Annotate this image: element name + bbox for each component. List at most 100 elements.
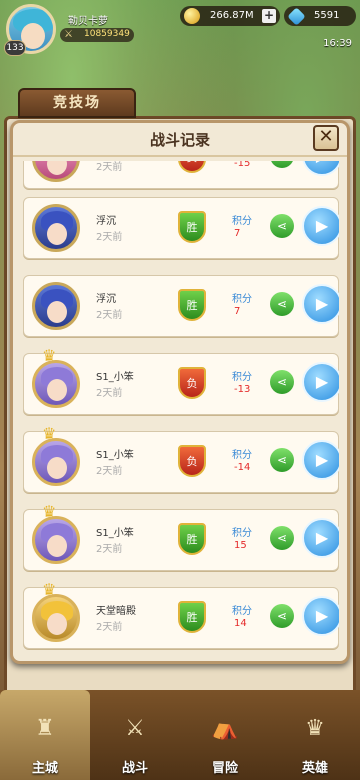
record-time: 2天前 <box>96 162 123 173</box>
share-button[interactable]: ⋖ <box>270 526 294 550</box>
replay-button[interactable]: ▶ <box>302 596 339 636</box>
record-time: 2天前 <box>96 622 123 633</box>
record-time: 2天前 <box>96 232 123 243</box>
share-button[interactable]: ⋖ <box>270 161 294 168</box>
gem-value: 5591 <box>314 10 340 21</box>
play-icon: ▶ <box>315 450 329 469</box>
crossed-swords-icon: ⚔ <box>64 29 73 40</box>
record-time: 2天前 <box>96 466 123 477</box>
avatar-face <box>47 379 67 401</box>
gold-coin-icon <box>184 8 200 24</box>
player-name: 勒贝卡萝 <box>68 16 108 27</box>
avatar-face <box>47 535 67 557</box>
crown-icon: ♛ <box>42 580 57 599</box>
crown-icon: ♛ <box>42 424 57 443</box>
nav-item[interactable]: ♜ 主城 <box>0 690 90 780</box>
crown-icon: ♛ <box>42 502 57 521</box>
bottom-nav: ♜ 主城 ⚔ 战斗 ⛺ 冒险 ♛ 英雄 <box>0 690 360 780</box>
arena-tab[interactable]: 竞技场 <box>18 88 136 118</box>
replay-button[interactable]: ▶ <box>302 518 339 558</box>
record-row: 浮沉 2天前 胜 积分 7 ⋖ ▶ <box>23 275 339 337</box>
opponent-avatar[interactable] <box>32 516 80 564</box>
result-badge: 负 <box>178 445 206 477</box>
share-icon: ⋖ <box>276 609 288 623</box>
nav-label: 冒险 <box>211 761 238 776</box>
score-value: -13 <box>234 384 251 395</box>
share-icon: ⋖ <box>276 531 288 545</box>
share-icon: ⋖ <box>276 453 288 467</box>
result-badge: 负 <box>178 367 206 399</box>
opponent-name: 浮沉 <box>96 216 116 227</box>
gold-value: 266.87M <box>210 10 254 21</box>
hero-icon: ♛ <box>305 716 325 741</box>
score-label: 积分 <box>232 606 252 617</box>
add-gold-button[interactable]: + <box>262 9 276 23</box>
record-time: 2天前 <box>96 310 123 321</box>
opponent-avatar[interactable] <box>32 438 80 486</box>
modal-header: 战斗记录 ✕ <box>13 123 347 157</box>
record-row: 浮沉 2天前 胜 积分 7 ⋖ ▶ <box>23 197 339 259</box>
replay-button[interactable]: ▶ <box>302 362 339 402</box>
play-icon: ▶ <box>316 161 328 165</box>
clock: 16:39 <box>323 38 352 49</box>
opponent-name: S1_小笨 <box>96 450 134 461</box>
power-bar: ⚔ 10859349 <box>60 28 134 42</box>
avatar-face <box>47 457 67 479</box>
play-icon: ▶ <box>315 372 329 391</box>
nav-item[interactable]: ♛ 英雄 <box>270 690 360 780</box>
record-time: 2天前 <box>96 544 123 555</box>
record-list[interactable]: 2天前 负 积分 -15 ⋖ ▶ 浮沉 2天前 胜 积分 7 ⋖ ▶ 浮沉 2天… <box>23 161 339 661</box>
nav-label: 战斗 <box>121 761 148 776</box>
result-badge: 负 <box>178 161 206 173</box>
share-button[interactable]: ⋖ <box>270 292 294 316</box>
share-button[interactable]: ⋖ <box>270 448 294 472</box>
score-value: 15 <box>234 540 247 551</box>
top-bar: 133 勒贝卡萝 ⚔ 10859349 266.87M + 5591 16:39 <box>0 0 360 60</box>
opponent-avatar[interactable] <box>32 282 80 330</box>
score-value: -14 <box>234 462 251 473</box>
crown-icon: ♛ <box>42 346 57 365</box>
gem-resource: 5591 <box>284 6 356 26</box>
score-label: 积分 <box>232 216 252 227</box>
avatar-face <box>47 223 67 245</box>
opponent-avatar[interactable] <box>32 360 80 408</box>
replay-button[interactable]: ▶ <box>302 206 339 246</box>
castle-icon: ♜ <box>35 716 55 741</box>
avatar-face <box>47 161 67 175</box>
replay-button[interactable]: ▶ <box>302 440 339 480</box>
power-value: 10859349 <box>84 29 130 39</box>
result-badge: 胜 <box>178 601 206 633</box>
opponent-avatar[interactable] <box>32 204 80 252</box>
opponent-avatar[interactable] <box>32 161 80 182</box>
result-badge: 胜 <box>178 289 206 321</box>
share-icon: ⋖ <box>277 161 287 163</box>
nav-item[interactable]: ⛺ 冒险 <box>180 690 270 780</box>
nav-item[interactable]: ⚔ 战斗 <box>90 690 180 780</box>
play-icon: ▶ <box>315 216 329 235</box>
nav-label: 主城 <box>31 761 58 776</box>
opponent-name: 浮沉 <box>96 294 116 305</box>
adventure-icon: ⛺ <box>211 716 239 741</box>
modal-title: 战斗记录 <box>149 131 210 149</box>
opponent-name: S1_小笨 <box>96 372 134 383</box>
replay-button[interactable]: ▶ <box>302 161 339 176</box>
result-badge: 胜 <box>178 211 206 243</box>
replay-button[interactable]: ▶ <box>302 284 339 324</box>
record-row: ♛ S1_小笨 2天前 负 积分 -13 ⋖ ▶ <box>23 346 339 415</box>
opponent-name: S1_小笨 <box>96 528 134 539</box>
opponent-name: 天堂暗殿 <box>96 606 136 617</box>
score-label: 积分 <box>232 294 252 305</box>
record-time: 2天前 <box>96 388 123 399</box>
score-value: 14 <box>234 618 247 629</box>
close-button[interactable]: ✕ <box>313 125 339 151</box>
score-value: -15 <box>234 161 251 169</box>
share-button[interactable]: ⋖ <box>270 370 294 394</box>
share-button[interactable]: ⋖ <box>270 214 294 238</box>
opponent-avatar[interactable] <box>32 594 80 642</box>
nav-label: 英雄 <box>301 761 328 776</box>
share-button[interactable]: ⋖ <box>270 604 294 628</box>
gem-icon <box>287 7 306 26</box>
record-row: ♛ S1_小笨 2天前 负 积分 -14 ⋖ ▶ <box>23 424 339 493</box>
share-icon: ⋖ <box>276 297 288 311</box>
record-row: ♛ S1_小笨 2天前 胜 积分 15 ⋖ ▶ <box>23 502 339 571</box>
